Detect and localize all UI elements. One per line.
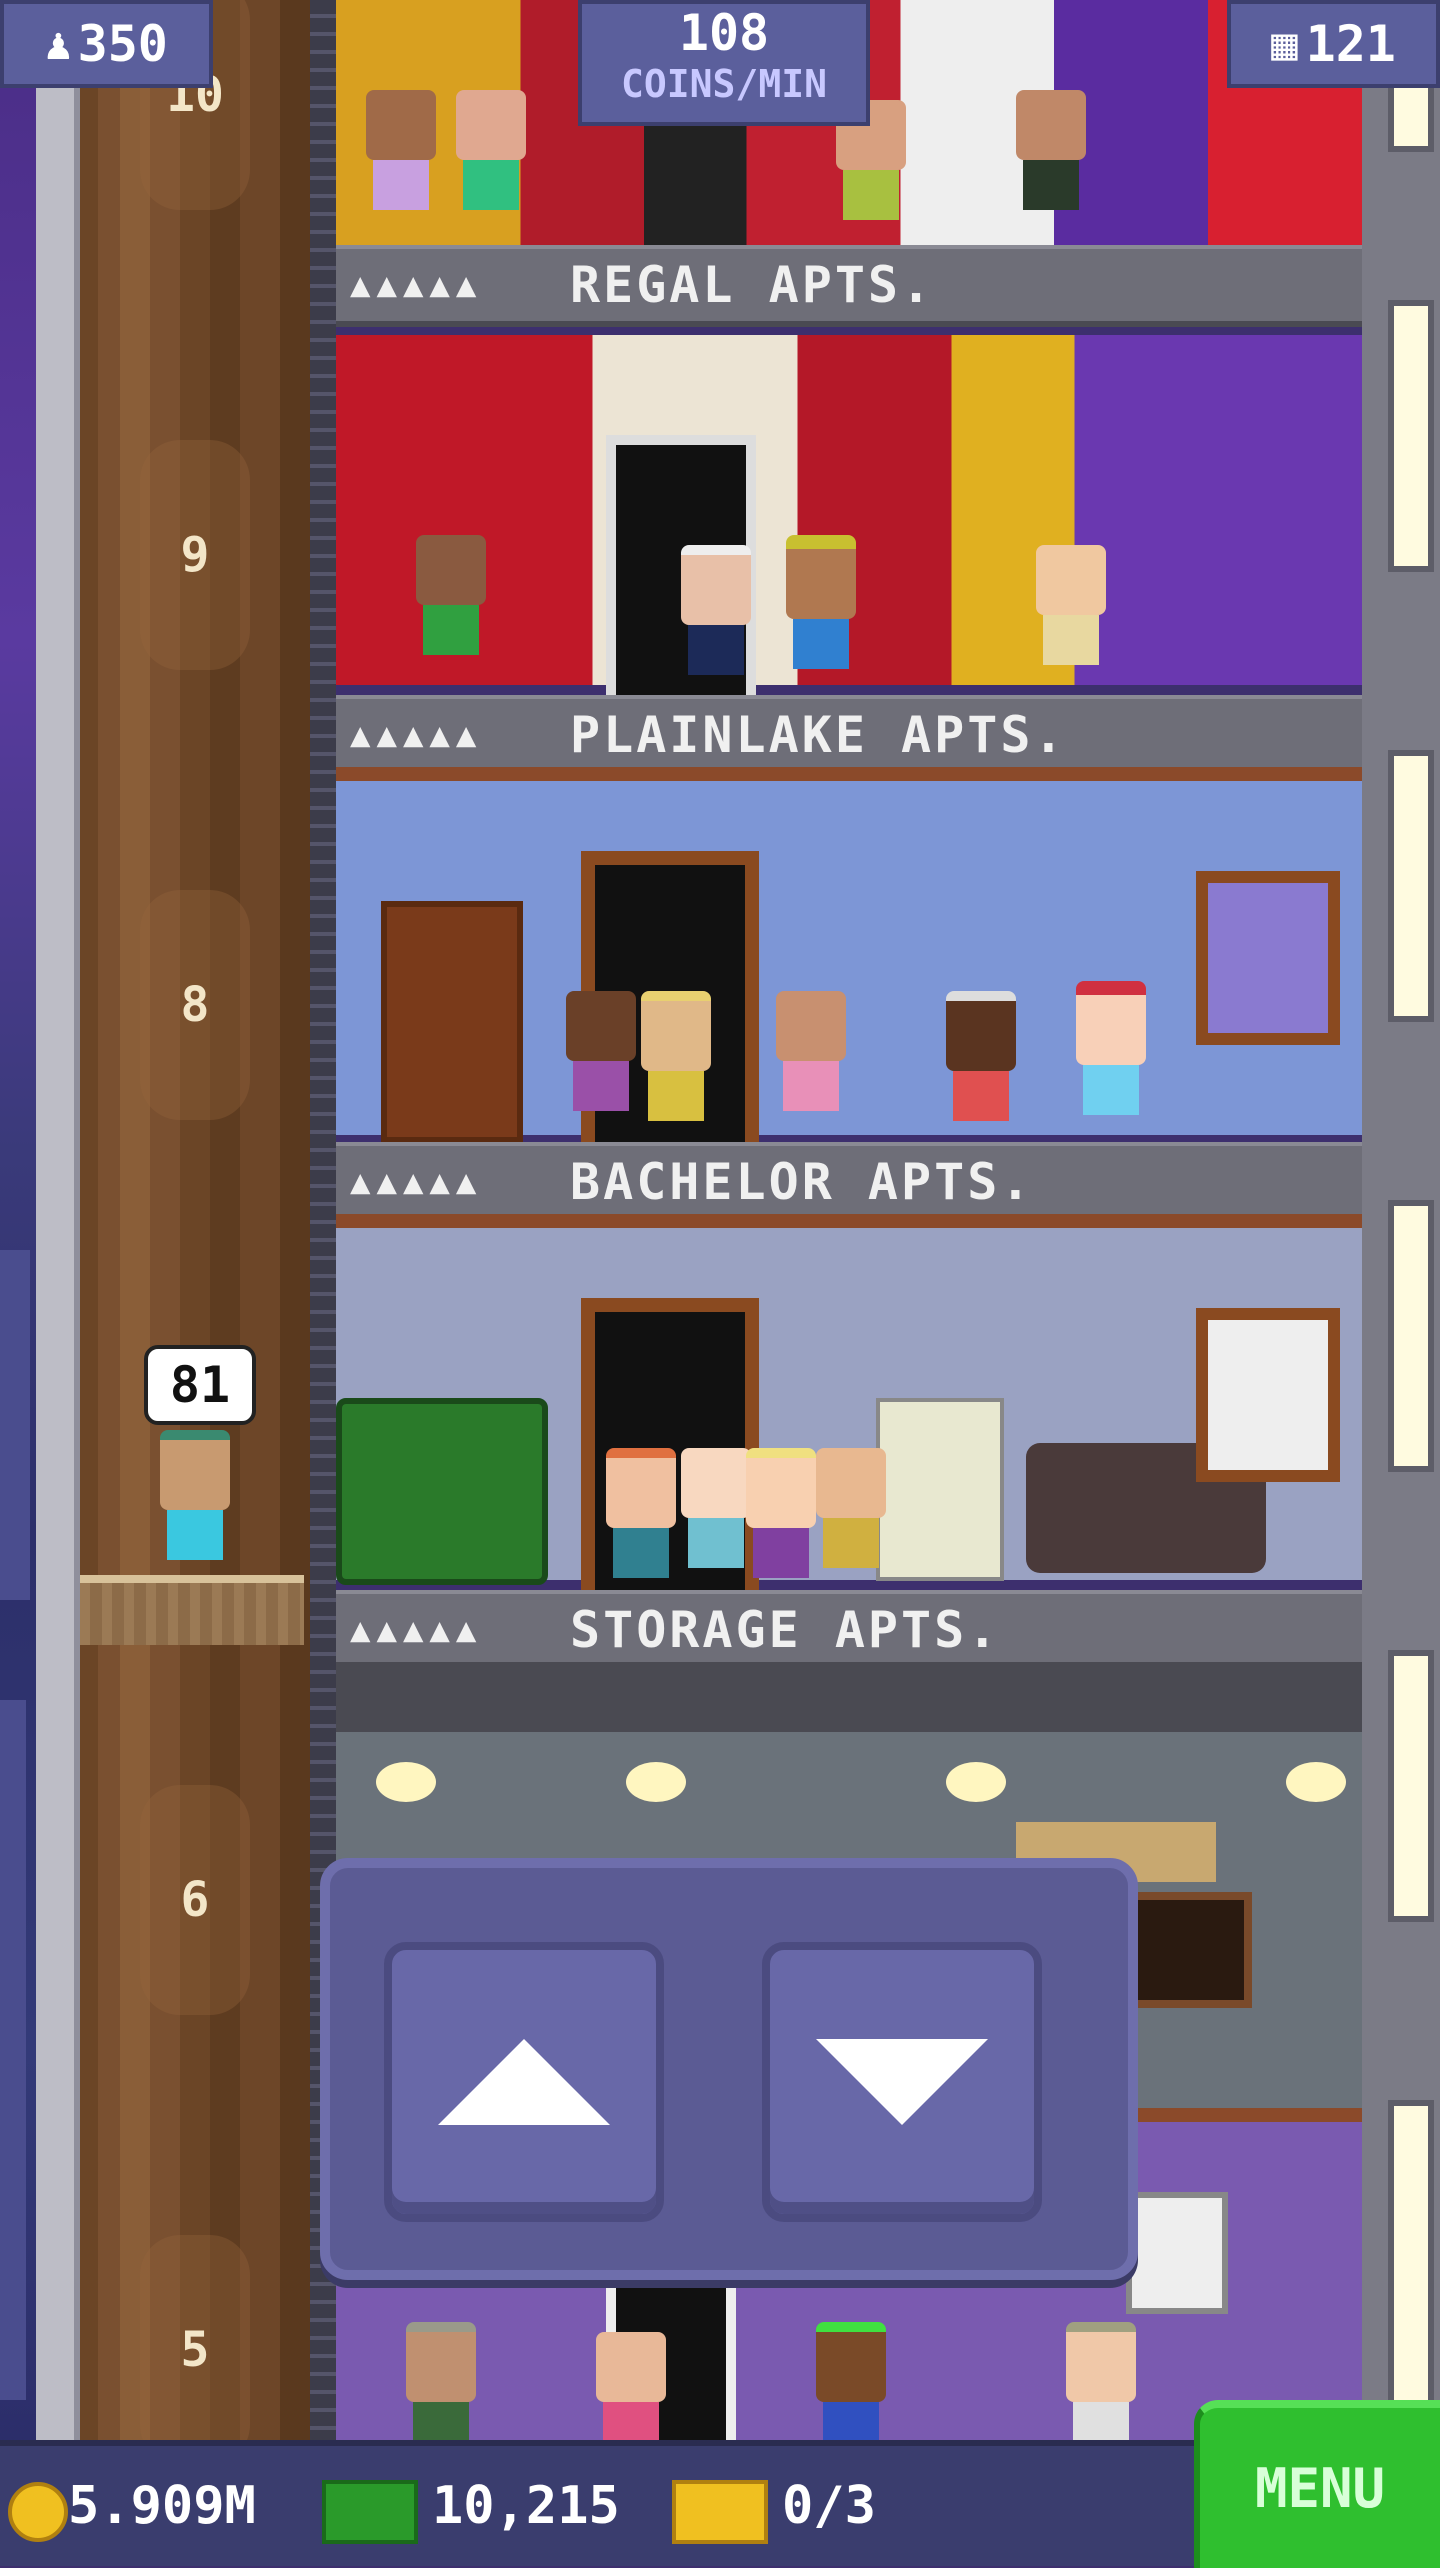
resident — [606, 1448, 676, 1578]
passenger-destination-bubble: 81 — [144, 1345, 256, 1425]
coins-per-minute-value: 108 — [678, 4, 770, 62]
arcade-machine — [876, 1398, 1004, 1581]
ceiling-light — [1286, 1762, 1346, 1802]
ceiling-light — [376, 1762, 436, 1802]
stairwell-window — [1388, 1650, 1434, 1922]
resident — [406, 2322, 476, 2452]
resident — [786, 535, 856, 669]
resident — [746, 1448, 816, 1578]
stairwell-window — [1388, 1200, 1434, 1472]
person-icon: ♟ — [45, 18, 72, 70]
floor-banner-plainlake[interactable]: ▲▲▲▲▲ PLAINLAKE APTS. — [336, 695, 1362, 777]
floor-trim — [336, 1214, 1362, 1228]
resident — [566, 991, 636, 1111]
floor-rating-stars: ▲▲▲▲▲ — [350, 265, 483, 305]
floor-number-6: 6 — [140, 1785, 250, 2015]
resident — [1066, 2322, 1136, 2452]
resident — [681, 1448, 751, 1568]
arrow-down-icon — [816, 2039, 988, 2125]
coin-icon — [8, 2482, 68, 2542]
elevator-down-button[interactable] — [762, 1942, 1042, 2222]
coins-per-minute-label: COINS/MIN — [621, 62, 827, 106]
resident — [816, 1448, 886, 1568]
background-building — [0, 1250, 30, 1600]
floor-rating-stars: ▲▲▲▲▲ — [350, 715, 483, 755]
resident — [946, 991, 1016, 1121]
passenger-body — [167, 1510, 223, 1560]
resident — [416, 535, 486, 655]
elevator-up-button[interactable] — [384, 1942, 664, 2222]
building-icon: ▦ — [1271, 18, 1298, 70]
passenger-head — [160, 1430, 230, 1510]
resident — [641, 991, 711, 1121]
elevator-passenger[interactable] — [160, 1430, 230, 1560]
floor-number-9: 9 — [140, 440, 250, 670]
wall-poster — [1126, 2192, 1228, 2314]
resident — [596, 2332, 666, 2452]
room-window — [1196, 1308, 1340, 1482]
coins-per-minute-display: 108 COINS/MIN — [578, 0, 870, 126]
room-window — [1196, 871, 1340, 1045]
elevator-car-platform — [80, 1575, 304, 1645]
tickets-value: 0/3 — [782, 2476, 876, 2536]
floor-rating-stars: ▲▲▲▲▲ — [350, 1162, 483, 1202]
resident — [1016, 90, 1086, 210]
ceiling-light — [626, 1762, 686, 1802]
stairwell-window — [1388, 750, 1434, 1022]
floor-trim — [336, 767, 1362, 781]
stairwell-window — [1388, 300, 1434, 572]
floor-name: PLAINLAKE APTS. — [570, 706, 1067, 764]
resident — [816, 2322, 886, 2452]
bux-value: 10,215 — [432, 2476, 620, 2536]
floor-number-8: 8 — [140, 890, 250, 1120]
floor-7-room[interactable] — [336, 1228, 1362, 1606]
ticket-icon[interactable] — [672, 2480, 768, 2544]
resident — [681, 545, 751, 675]
population-counter[interactable]: ♟ 350 — [0, 0, 213, 88]
floor-name: BACHELOR APTS. — [570, 1153, 1034, 1211]
left-support-beam — [36, 0, 80, 2440]
floor-count-value: 121 — [1305, 15, 1396, 73]
resident — [1076, 981, 1146, 1115]
background-building — [0, 1700, 26, 2400]
floor-banner-bachelor[interactable]: ▲▲▲▲▲ BACHELOR APTS. — [336, 1142, 1362, 1224]
resident — [366, 90, 436, 210]
floor-banner-regal[interactable]: ▲▲▲▲▲ REGAL APTS. — [336, 245, 1362, 327]
resident — [1036, 545, 1106, 665]
floor-8-room[interactable] — [336, 781, 1362, 1159]
bux-icon[interactable] — [322, 2480, 418, 2544]
resident — [456, 90, 526, 210]
floor-counter[interactable]: ▦ 121 — [1227, 0, 1440, 88]
green-jeep — [336, 1398, 548, 1585]
elevator-shaft[interactable] — [80, 0, 310, 2440]
coins-value: 5.909M — [68, 2476, 256, 2536]
floor-9-room[interactable] — [336, 335, 1362, 705]
floor-name: REGAL APTS. — [570, 256, 935, 314]
population-value: 350 — [77, 15, 168, 73]
stairwell-window — [1388, 2100, 1434, 2412]
floor-rating-stars: ▲▲▲▲▲ — [350, 1610, 483, 1650]
resident — [776, 991, 846, 1111]
menu-button[interactable]: MENU — [1194, 2400, 1440, 2568]
floor-name: STORAGE APTS. — [570, 1601, 1001, 1659]
ceiling-light — [946, 1762, 1006, 1802]
floor-number-5: 5 — [140, 2235, 250, 2465]
floor-banner-storage[interactable]: ▲▲▲▲▲ STORAGE APTS. — [336, 1590, 1362, 1672]
arrow-up-icon — [438, 2039, 610, 2125]
bookshelf — [381, 901, 523, 1143]
